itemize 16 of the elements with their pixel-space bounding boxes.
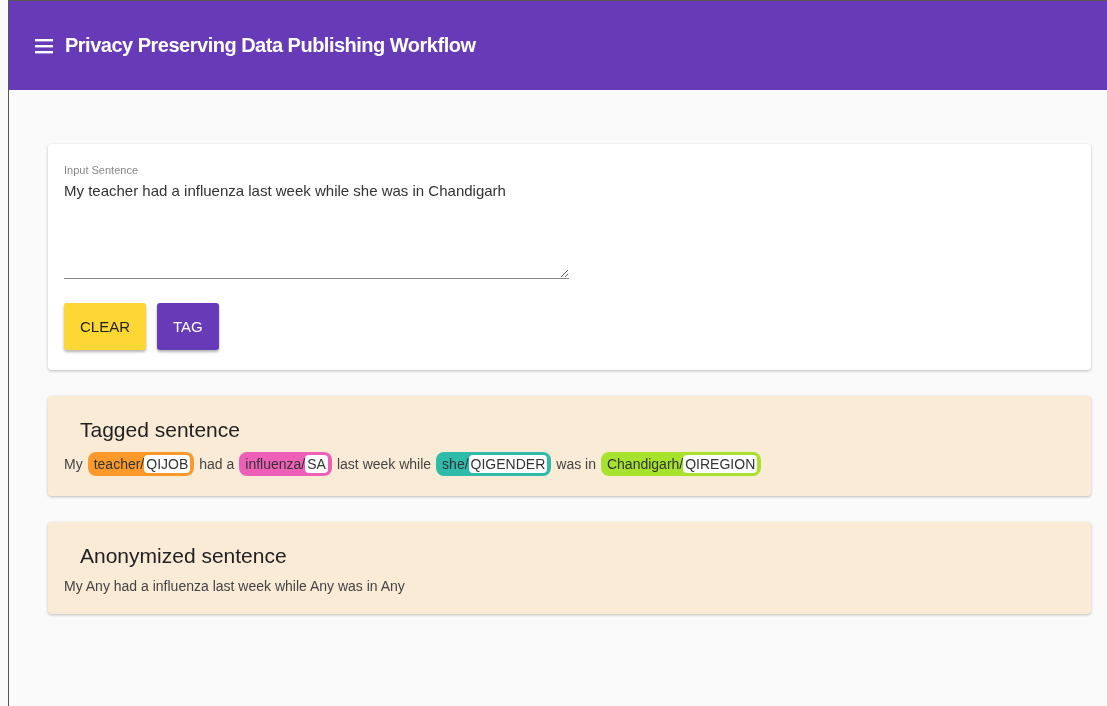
anonymized-text: My Any had a influenza last week while Any was in Any [64,578,406,594]
menu-icon[interactable] [35,37,55,54]
tag-button[interactable]: TAG [157,303,219,350]
sentence-text: was in [556,456,596,472]
sentence-text: had a [199,456,235,472]
entity-tag: Chandigarh/QIREGION [600,452,762,476]
card-title: Anonymized sentence [80,544,288,568]
input-sentence-field[interactable]: Input Sentence My teacher had a influenza last week while she was in Chandigarh [64,164,569,279]
entity-tag: she/QIGENDER [436,452,552,476]
entity-tag: influenza/SA [239,452,332,476]
entity-tag: teacher/QIJOB [87,452,195,476]
clear-button[interactable]: CLEAR [64,303,147,350]
card-title: Tagged sentence [80,418,241,442]
sentence-text: My [64,456,83,472]
sentence-text: last week while [336,456,432,472]
app-title: Privacy Preserving Data Publishing Workflow [65,34,476,57]
